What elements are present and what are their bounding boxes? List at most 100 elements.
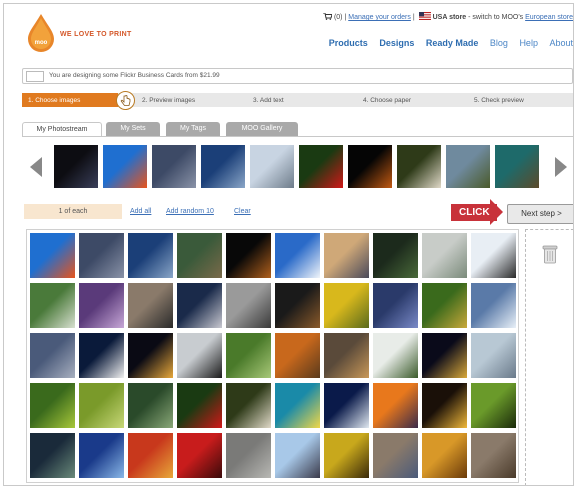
- photo-thumbnail-autumn-gold[interactable]: [422, 433, 467, 478]
- photo-thumbnail-candle[interactable]: [422, 383, 467, 428]
- photo-thumbnail-forest-dark[interactable]: [373, 233, 418, 278]
- photo-thumbnail-autumn-tree[interactable]: [275, 333, 320, 378]
- photo-thumbnail-white-flower-dark[interactable]: [79, 333, 124, 378]
- photo-thumbnail-clock-window[interactable]: [324, 383, 369, 428]
- photo-thumbnail-yellow-tulips[interactable]: [324, 283, 369, 328]
- photo-thumbnail-blue-lights[interactable]: [79, 433, 124, 478]
- logo-tagline: WE LOVE TO PRINT: [60, 31, 132, 38]
- photo-thumbnail-city-night[interactable]: [422, 333, 467, 378]
- step-choose-paper[interactable]: 4. Choose paper: [363, 97, 411, 104]
- photo-thumbnail-canal-boats[interactable]: [373, 433, 418, 478]
- add-random-link[interactable]: Add random 10: [166, 208, 214, 215]
- tab-moo-gallery[interactable]: MOO Gallery: [226, 122, 298, 136]
- arrow-left-icon[interactable]: [30, 157, 42, 177]
- photo-thumbnail-dollar-bills[interactable]: [422, 233, 467, 278]
- photo-thumbnail-sunset-city[interactable]: [324, 233, 369, 278]
- card-preview-thumb: [26, 71, 44, 82]
- european-store-link[interactable]: European store: [525, 14, 573, 21]
- photo-thumbnail-butterfly[interactable]: [226, 383, 271, 428]
- photo-thumbnail-mountain-lake[interactable]: [201, 145, 245, 188]
- photo-thumbnail-orange-sculpture[interactable]: [30, 233, 75, 278]
- add-all-link[interactable]: Add all: [130, 208, 151, 215]
- photo-thumbnail-orange-sculpture[interactable]: [103, 145, 147, 188]
- photo-thumbnail-space-needle[interactable]: [177, 283, 222, 328]
- step-preview-images[interactable]: 2. Preview images: [142, 97, 195, 104]
- photo-thumbnail-harbor-dusk[interactable]: [30, 333, 75, 378]
- next-step-button[interactable]: Next step >: [507, 204, 573, 224]
- tab-my-photostream[interactable]: My Photostream: [22, 122, 102, 137]
- nav-about[interactable]: About: [549, 38, 573, 48]
- step-add-text[interactable]: 3. Add text: [253, 97, 284, 104]
- photo-thumbnail-night-street[interactable]: [275, 283, 320, 328]
- selection-dropzone[interactable]: [525, 229, 573, 485]
- page-frame: moo WE LOVE TO PRINT (0) | Manage your o…: [3, 3, 574, 486]
- tab-my-sets[interactable]: My Sets: [106, 122, 160, 136]
- photo-thumbnail-forest-stream[interactable]: [128, 383, 173, 428]
- step-choose-images[interactable]: 1. Choose images: [22, 93, 118, 107]
- photo-thumbnail-thistle-dark[interactable]: [30, 433, 75, 478]
- photo-thumbnail-night-lights[interactable]: [54, 145, 98, 188]
- main-nav: Products Designs Ready Made Blog Help Ab…: [320, 38, 573, 48]
- photo-thumbnail-green-leaves[interactable]: [30, 383, 75, 428]
- tab-my-tags[interactable]: My Tags: [166, 122, 220, 136]
- nav-ready-made[interactable]: Ready Made: [426, 38, 479, 48]
- nav-help[interactable]: Help: [519, 38, 538, 48]
- manage-orders-link[interactable]: Manage your orders: [348, 14, 411, 21]
- nav-products[interactable]: Products: [329, 38, 368, 48]
- photo-thumbnail-fall-leaves[interactable]: [128, 433, 173, 478]
- cart-count[interactable]: (0): [334, 14, 343, 21]
- photo-grid: [26, 229, 519, 483]
- click-arrow-icon: [490, 199, 503, 225]
- photo-thumbnail-tree-stump[interactable]: [177, 233, 222, 278]
- photo-thumbnail-penguin[interactable]: [177, 333, 222, 378]
- photo-thumbnail-garden-path[interactable]: [226, 333, 271, 378]
- svg-text:moo: moo: [35, 40, 48, 46]
- photo-thumbnail-snorkeler[interactable]: [275, 383, 320, 428]
- photo-thumbnail-green-bird[interactable]: [471, 383, 516, 428]
- photostream-carousel: [22, 136, 573, 193]
- photo-thumbnail-bird-sky[interactable]: [275, 233, 320, 278]
- cart-icon[interactable]: [323, 13, 332, 20]
- photo-thumbnail-gravel[interactable]: [471, 433, 516, 478]
- store-label: USA store: [432, 14, 467, 21]
- photo-thumbnail-dark-moon[interactable]: [348, 145, 392, 188]
- photo-thumbnail-red-flowers[interactable]: [177, 383, 222, 428]
- arrow-right-icon[interactable]: [555, 157, 567, 177]
- nav-blog[interactable]: Blog: [490, 38, 508, 48]
- photo-thumbnail-city-dusk[interactable]: [152, 145, 196, 188]
- moo-logo[interactable]: moo: [26, 14, 56, 52]
- photo-thumbnail-night-moon[interactable]: [226, 233, 271, 278]
- photo-thumbnail-gold-leaves[interactable]: [324, 433, 369, 478]
- photo-thumbnail-fountain[interactable]: [226, 283, 271, 328]
- photo-thumbnail-seagull-sign[interactable]: [250, 145, 294, 188]
- photo-thumbnail-windmill[interactable]: [275, 433, 320, 478]
- photo-thumbnail-purple-thistle[interactable]: [79, 283, 124, 328]
- photo-thumbnail-ocean-waves[interactable]: [471, 283, 516, 328]
- photo-thumbnail-bird-silhouette[interactable]: [471, 233, 516, 278]
- photo-thumbnail-butterfly[interactable]: [397, 145, 441, 188]
- photo-thumbnail-sunset-sky[interactable]: [373, 383, 418, 428]
- switch-text: - switch to MOO's: [468, 14, 524, 21]
- photo-thumbnail-coast-cliffs[interactable]: [446, 145, 490, 188]
- step-check-preview[interactable]: 5. Check preview: [474, 97, 524, 104]
- photo-thumbnail-dried-plant[interactable]: [128, 283, 173, 328]
- photo-thumbnail-pale-water[interactable]: [471, 333, 516, 378]
- photo-thumbnail-city-dusk[interactable]: [79, 233, 124, 278]
- photo-thumbnail-red-sunset[interactable]: [177, 433, 222, 478]
- photo-thumbnail-cobblestones[interactable]: [226, 433, 271, 478]
- photo-thumbnail-green-lagoon[interactable]: [495, 145, 539, 188]
- photo-thumbnail-white-blossoms[interactable]: [373, 333, 418, 378]
- quantity-selector[interactable]: 1 of each: [24, 204, 122, 219]
- photo-thumbnail-blue-flowers[interactable]: [373, 283, 418, 328]
- photo-thumbnail-tower-night[interactable]: [128, 333, 173, 378]
- trash-icon[interactable]: [542, 244, 558, 264]
- photo-thumbnail-mountain-lake[interactable]: [128, 233, 173, 278]
- hand-cursor-icon: [116, 91, 135, 110]
- photo-thumbnail-bird-leaves[interactable]: [422, 283, 467, 328]
- nav-designs[interactable]: Designs: [379, 38, 414, 48]
- photo-thumbnail-red-flowers[interactable]: [299, 145, 343, 188]
- photo-thumbnail-green-texture[interactable]: [79, 383, 124, 428]
- clear-link[interactable]: Clear: [234, 208, 251, 215]
- photo-thumbnail-river-dusk[interactable]: [324, 333, 369, 378]
- photo-thumbnail-grass-macro[interactable]: [30, 283, 75, 328]
